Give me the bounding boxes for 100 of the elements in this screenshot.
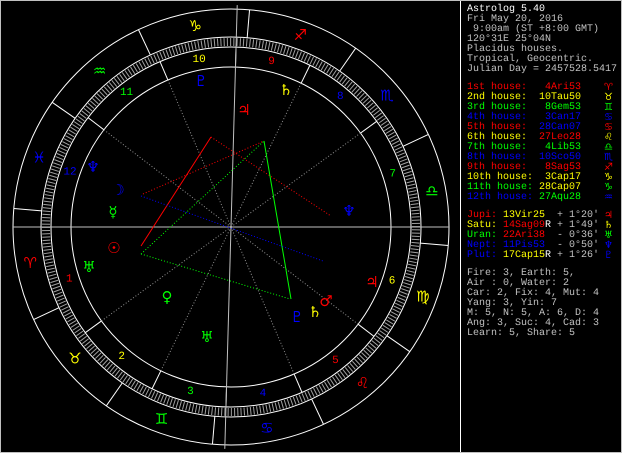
planet-symbol: ♆ (342, 202, 356, 220)
planet-symbol: ♃ (365, 273, 379, 291)
house-label: 6th house: (467, 133, 528, 143)
house-position: 28Cap07 (538, 183, 581, 193)
house-number: 10 (192, 54, 206, 66)
house-label: 1st house: (467, 83, 528, 93)
planet-motion: - 0°36' (557, 231, 599, 241)
zodiac-sign-symbol: ♎ (425, 182, 439, 200)
zodiac-sign-symbol: ♊ (604, 103, 613, 113)
element-stats-text: Fire: 3, Earth: 5, (467, 269, 576, 279)
zodiac-sign-symbol: ♏ (604, 153, 613, 163)
zodiac-sign-symbol: ♍ (416, 287, 430, 306)
zodiac-sign-symbol: ♌ (604, 133, 613, 143)
house-label: 11th house: (467, 183, 533, 193)
planet-name: Plut: (467, 251, 498, 261)
planet-symbol: ☽ (111, 181, 125, 199)
zodiac-sign-symbol: ♋ (604, 113, 613, 123)
house-number: 11 (120, 86, 134, 99)
zodiac-sign-symbol: ♋ (604, 123, 613, 133)
house-number: 2 (118, 351, 125, 364)
house-label: 7th house: (467, 143, 528, 153)
house-label: 2nd house: (467, 93, 528, 103)
zodiac-sign-symbol: ♌ (356, 374, 370, 392)
zodiac-sign-symbol: ♒ (604, 193, 613, 203)
planet-position: 22Ari38 (503, 231, 545, 241)
zodiac-sign-symbol: ♈ (23, 254, 37, 272)
house-position: 27Aqu28 (538, 193, 581, 203)
zodiac-sign-symbol: ♎ (604, 143, 613, 153)
zodiac-sign-symbol: ♏ (380, 86, 394, 105)
house-label: 3rd house: (467, 103, 528, 113)
element-stats-text: Car: 2, Fix: 4, Mut: 4 (467, 289, 600, 299)
chart-info-text: Fri May 20, 2016 (467, 15, 564, 25)
planet-motion: - 0°50' (557, 241, 599, 251)
zodiac-sign-symbol: ♉ (68, 349, 82, 368)
retrograde-mark: R (545, 221, 552, 231)
house-position: 3Cap17 (544, 173, 581, 183)
chart-info-text: 120°31E 25°04N (467, 35, 552, 45)
zodiac-sign-symbol: ♋ (260, 418, 274, 437)
app-title: Astrolog 5.40 (467, 5, 546, 15)
planet-symbol: ♇ (290, 308, 304, 326)
chart-info-text: Julian Day = 2457528.5417 (467, 65, 618, 75)
house-label: 10th house: (467, 173, 533, 183)
element-stats-text: Yang: 3, Yin: 7 (467, 299, 558, 309)
house-position: 4Ari53 (544, 83, 581, 93)
house-number: 7 (389, 168, 396, 181)
house-label: 9th house: (467, 163, 528, 173)
house-number: 8 (337, 90, 344, 103)
house-label: 5th house: (467, 123, 528, 133)
house-position: 4Lib53 (544, 143, 581, 153)
zodiac-sign-symbol: ♐ (604, 163, 613, 173)
zodiac-sign-symbol: ♑ (188, 17, 202, 36)
planet-symbol: ♄ (604, 221, 613, 231)
planet-position: 14Sag09 (503, 221, 545, 231)
house-position: 27Leo28 (538, 133, 581, 143)
zodiac-sign-symbol: ♐ (294, 26, 308, 44)
planet-symbol: ♂ (319, 292, 333, 310)
planet-name: Uran: (467, 231, 498, 241)
planet-motion: + 1°49' (557, 221, 599, 231)
planet-symbol: ♄ (279, 81, 293, 99)
house-number: 12 (63, 166, 77, 178)
zodiac-sign-symbol: ♓ (32, 148, 46, 167)
house-number: 6 (388, 276, 396, 288)
planet-symbol: ♆ (86, 158, 100, 176)
house-number: 3 (187, 386, 194, 398)
planet-motion: + 1°20' (557, 211, 599, 221)
planet-symbol: ♃ (237, 101, 251, 119)
retrograde-mark: R (545, 251, 552, 261)
house-label: 4th house: (467, 113, 528, 123)
zodiac-sign-symbol: ♒ (92, 62, 106, 80)
planet-position: 11Pis53 (503, 241, 545, 251)
element-stats-text: M: 5, N: 5, A: 6, D: 4 (467, 309, 600, 319)
house-label: 8th house: (467, 153, 528, 163)
planet-symbol: ☉ (107, 239, 121, 257)
planet-symbol: ♅ (200, 328, 214, 346)
planet-symbol: ☿ (108, 203, 118, 221)
chart-info-text: 9:00am (ST +8:00 GMT) (473, 25, 600, 35)
planet-symbol: ♄ (308, 303, 322, 321)
planet-name: Nept: (467, 241, 498, 251)
planet-symbol: ♇ (604, 251, 613, 261)
planet-symbol: ♅ (82, 258, 96, 276)
chart-info-text: Placidus houses. (467, 45, 564, 55)
planet-symbol: ♆ (604, 241, 613, 251)
house-position: 28Can07 (538, 123, 581, 133)
element-stats-text: Ang: 3, Suc: 4, Cad: 3 (467, 319, 600, 329)
planet-symbol: ♃ (604, 211, 613, 221)
planet-name: Satu: (467, 221, 498, 231)
zodiac-sign-symbol: ♈ (604, 83, 613, 93)
planet-name: Jupi: (467, 211, 498, 221)
house-number: 9 (268, 56, 275, 68)
house-number: 4 (260, 388, 266, 400)
house-number: 1 (66, 273, 73, 286)
element-stats-text: Learn: 5, Share: 5 (467, 329, 576, 339)
planet-position: 13Vir25 (503, 211, 545, 221)
planet-position: 17Cap15 (503, 251, 545, 261)
house-position: 10Tau50 (538, 93, 581, 103)
house-position: 8Sag53 (544, 163, 581, 173)
zodiac-sign-symbol: ♑ (604, 183, 613, 193)
house-position: 3Can17 (544, 113, 581, 123)
house-position: 10Sco50 (538, 153, 581, 163)
planet-symbol: ♅ (604, 231, 613, 241)
